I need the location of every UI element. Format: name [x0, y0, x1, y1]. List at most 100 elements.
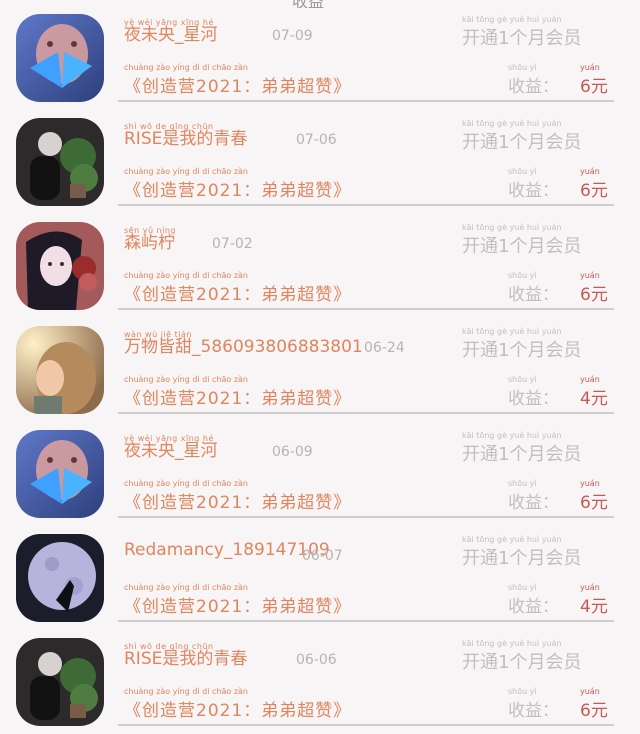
income-label-text: 收益： [508, 181, 559, 201]
campaign-pinyin: chuàng zào yíng dì di chāo zàn [124, 687, 248, 696]
membership-text: kāi tōng gè yuè huì yuán 开通1个月会员 [462, 639, 612, 674]
income-label: shōu yì 收益： [508, 479, 559, 513]
membership-label: 开通1个月会员 [462, 28, 582, 49]
membership-pinyin: kāi tōng gè yuè huì yuán [462, 119, 562, 128]
income-amount-text: 6元 [580, 285, 608, 305]
date: 06-07 [302, 548, 343, 564]
income-list: yè wèi yāng xīng hé 夜未央_星河 07-09 kāi tōn… [0, 6, 640, 734]
campaign-pinyin: chuàng zào yíng dì di chāo zàn [124, 167, 248, 176]
row-divider [118, 724, 614, 726]
membership-text: kāi tōng gè yuè huì yuán 开通1个月会员 [462, 327, 612, 362]
campaign-title: chuàng zào yíng dì di chāo zàn 《创造营2021：… [124, 583, 352, 617]
income-label: shōu yì 收益： [508, 63, 559, 97]
avatar-dark-plant[interactable] [16, 638, 104, 726]
income-amount-pinyin: yuán [580, 375, 600, 384]
user-name: RISE是我的青春 [124, 129, 248, 149]
income-amount-text: 6元 [580, 701, 608, 721]
income-pinyin: shōu yì [508, 479, 537, 488]
campaign-pinyin: chuàng zào yíng dì di chāo zàn [124, 583, 248, 592]
campaign-label: 《创造营2021：弟弟超赞》 [124, 181, 352, 201]
income-label: shōu yì 收益： [508, 271, 559, 305]
avatar-moon[interactable] [16, 534, 104, 622]
income-label: shōu yì 收益： [508, 375, 559, 409]
income-pinyin: shōu yì [508, 375, 537, 384]
income-amount-text: 6元 [580, 493, 608, 513]
date: 07-09 [272, 28, 313, 44]
list-item[interactable]: yè wèi yāng xīng hé 夜未央_星河 07-09 kāi tōn… [0, 6, 640, 110]
list-item[interactable]: sēn yǔ níng 森屿柠 07-02 kāi tōng gè yuè hu… [0, 214, 640, 318]
income-amount: yuán 4元 [580, 583, 608, 617]
income-pinyin: shōu yì [508, 271, 537, 280]
list-item[interactable]: Redamancy_189147109 06-07 kāi tōng gè yu… [0, 526, 640, 630]
income-label: shōu yì 收益： [508, 167, 559, 201]
membership-text: kāi tōng gè yuè huì yuán 开通1个月会员 [462, 535, 612, 570]
campaign-pinyin: chuàng zào yíng dì di chāo zàn [124, 479, 248, 488]
membership-text: kāi tōng gè yuè huì yuán 开通1个月会员 [462, 431, 612, 466]
avatar-dark-plant[interactable] [16, 118, 104, 206]
row-divider [118, 412, 614, 414]
income-label-text: 收益： [508, 597, 559, 617]
income-pinyin: shōu yì [508, 167, 537, 176]
campaign-title: chuàng zào yíng dì di chāo zàn 《创造营2021：… [124, 687, 352, 721]
date: 06-09 [272, 444, 313, 460]
membership-pinyin: kāi tōng gè yuè huì yuán [462, 223, 562, 232]
list-item[interactable]: shì wǒ de qīng chūn RISE是我的青春 06-06 kāi … [0, 630, 640, 734]
row-divider [118, 620, 614, 622]
row-divider [118, 308, 614, 310]
avatar-blue-butterfly[interactable] [16, 430, 104, 518]
list-item[interactable]: yè wèi yāng xīng hé 夜未央_星河 06-09 kāi tōn… [0, 422, 640, 526]
income-amount-pinyin: yuán [580, 583, 600, 592]
income-pinyin: shōu yì [508, 583, 537, 592]
avatar-girl-flowers[interactable] [16, 222, 104, 310]
date: 07-02 [212, 236, 253, 252]
income-amount-text: 4元 [580, 597, 608, 617]
campaign-title: chuàng zào yíng dì di chāo zàn 《创造营2021：… [124, 167, 352, 201]
income-amount-pinyin: yuán [580, 167, 600, 176]
income-amount-pinyin: yuán [580, 479, 600, 488]
campaign-label: 《创造营2021：弟弟超赞》 [124, 597, 352, 617]
income-label-text: 收益： [508, 493, 559, 513]
campaign-label: 《创造营2021：弟弟超赞》 [124, 285, 352, 305]
user-name: 夜未央_星河 [124, 25, 218, 45]
income-amount: yuán 4元 [580, 375, 608, 409]
campaign-label: 《创造营2021：弟弟超赞》 [124, 77, 352, 97]
list-item[interactable]: shì wǒ de qīng chūn RISE是我的青春 07-06 kāi … [0, 110, 640, 214]
user-name: Redamancy_189147109 [124, 540, 330, 560]
income-amount: yuán 6元 [580, 167, 608, 201]
list-item[interactable]: wàn wù jiē tián 万物皆甜_586093806883801 06-… [0, 318, 640, 422]
income-label-text: 收益： [508, 389, 559, 409]
user-name: 万物皆甜_586093806883801 [124, 337, 363, 357]
date: 07-06 [296, 132, 337, 148]
membership-label: 开通1个月会员 [462, 652, 582, 673]
row-divider [118, 204, 614, 206]
membership-label: 开通1个月会员 [462, 132, 582, 153]
income-pinyin: shōu yì [508, 687, 537, 696]
income-amount: yuán 6元 [580, 479, 608, 513]
campaign-title: chuàng zào yíng dì di chāo zàn 《创造营2021：… [124, 63, 352, 97]
income-amount: yuán 6元 [580, 63, 608, 97]
campaign-title: chuàng zào yíng dì di chāo zàn 《创造营2021：… [124, 375, 352, 409]
income-amount-text: 6元 [580, 181, 608, 201]
user-name: 森屿柠 [124, 233, 175, 253]
campaign-pinyin: chuàng zào yíng dì di chāo zàn [124, 63, 248, 72]
campaign-label: 《创造营2021：弟弟超赞》 [124, 389, 352, 409]
income-amount: yuán 6元 [580, 687, 608, 721]
campaign-pinyin: chuàng zào yíng dì di chāo zàn [124, 271, 248, 280]
income-amount-text: 4元 [580, 389, 608, 409]
membership-label: 开通1个月会员 [462, 340, 582, 361]
income-amount-pinyin: yuán [580, 63, 600, 72]
membership-text: kāi tōng gè yuè huì yuán 开通1个月会员 [462, 223, 612, 258]
date: 06-06 [296, 652, 337, 668]
user-name: 夜未央_星河 [124, 441, 218, 461]
income-amount-pinyin: yuán [580, 687, 600, 696]
membership-label: 开通1个月会员 [462, 444, 582, 465]
campaign-title: chuàng zào yíng dì di chāo zàn 《创造营2021：… [124, 479, 351, 513]
avatar-blue-butterfly[interactable] [16, 14, 104, 102]
membership-text: kāi tōng gè yuè huì yuán 开通1个月会员 [462, 15, 612, 50]
membership-pinyin: kāi tōng gè yuè huì yuán [462, 327, 562, 336]
income-label: shōu yì 收益： [508, 687, 559, 721]
campaign-label: 《创造营2021：弟弟超赞》 [124, 701, 352, 721]
membership-label: 开通1个月会员 [462, 548, 582, 569]
avatar-girl-sunlight[interactable] [16, 326, 104, 414]
membership-pinyin: kāi tōng gè yuè huì yuán [462, 431, 562, 440]
